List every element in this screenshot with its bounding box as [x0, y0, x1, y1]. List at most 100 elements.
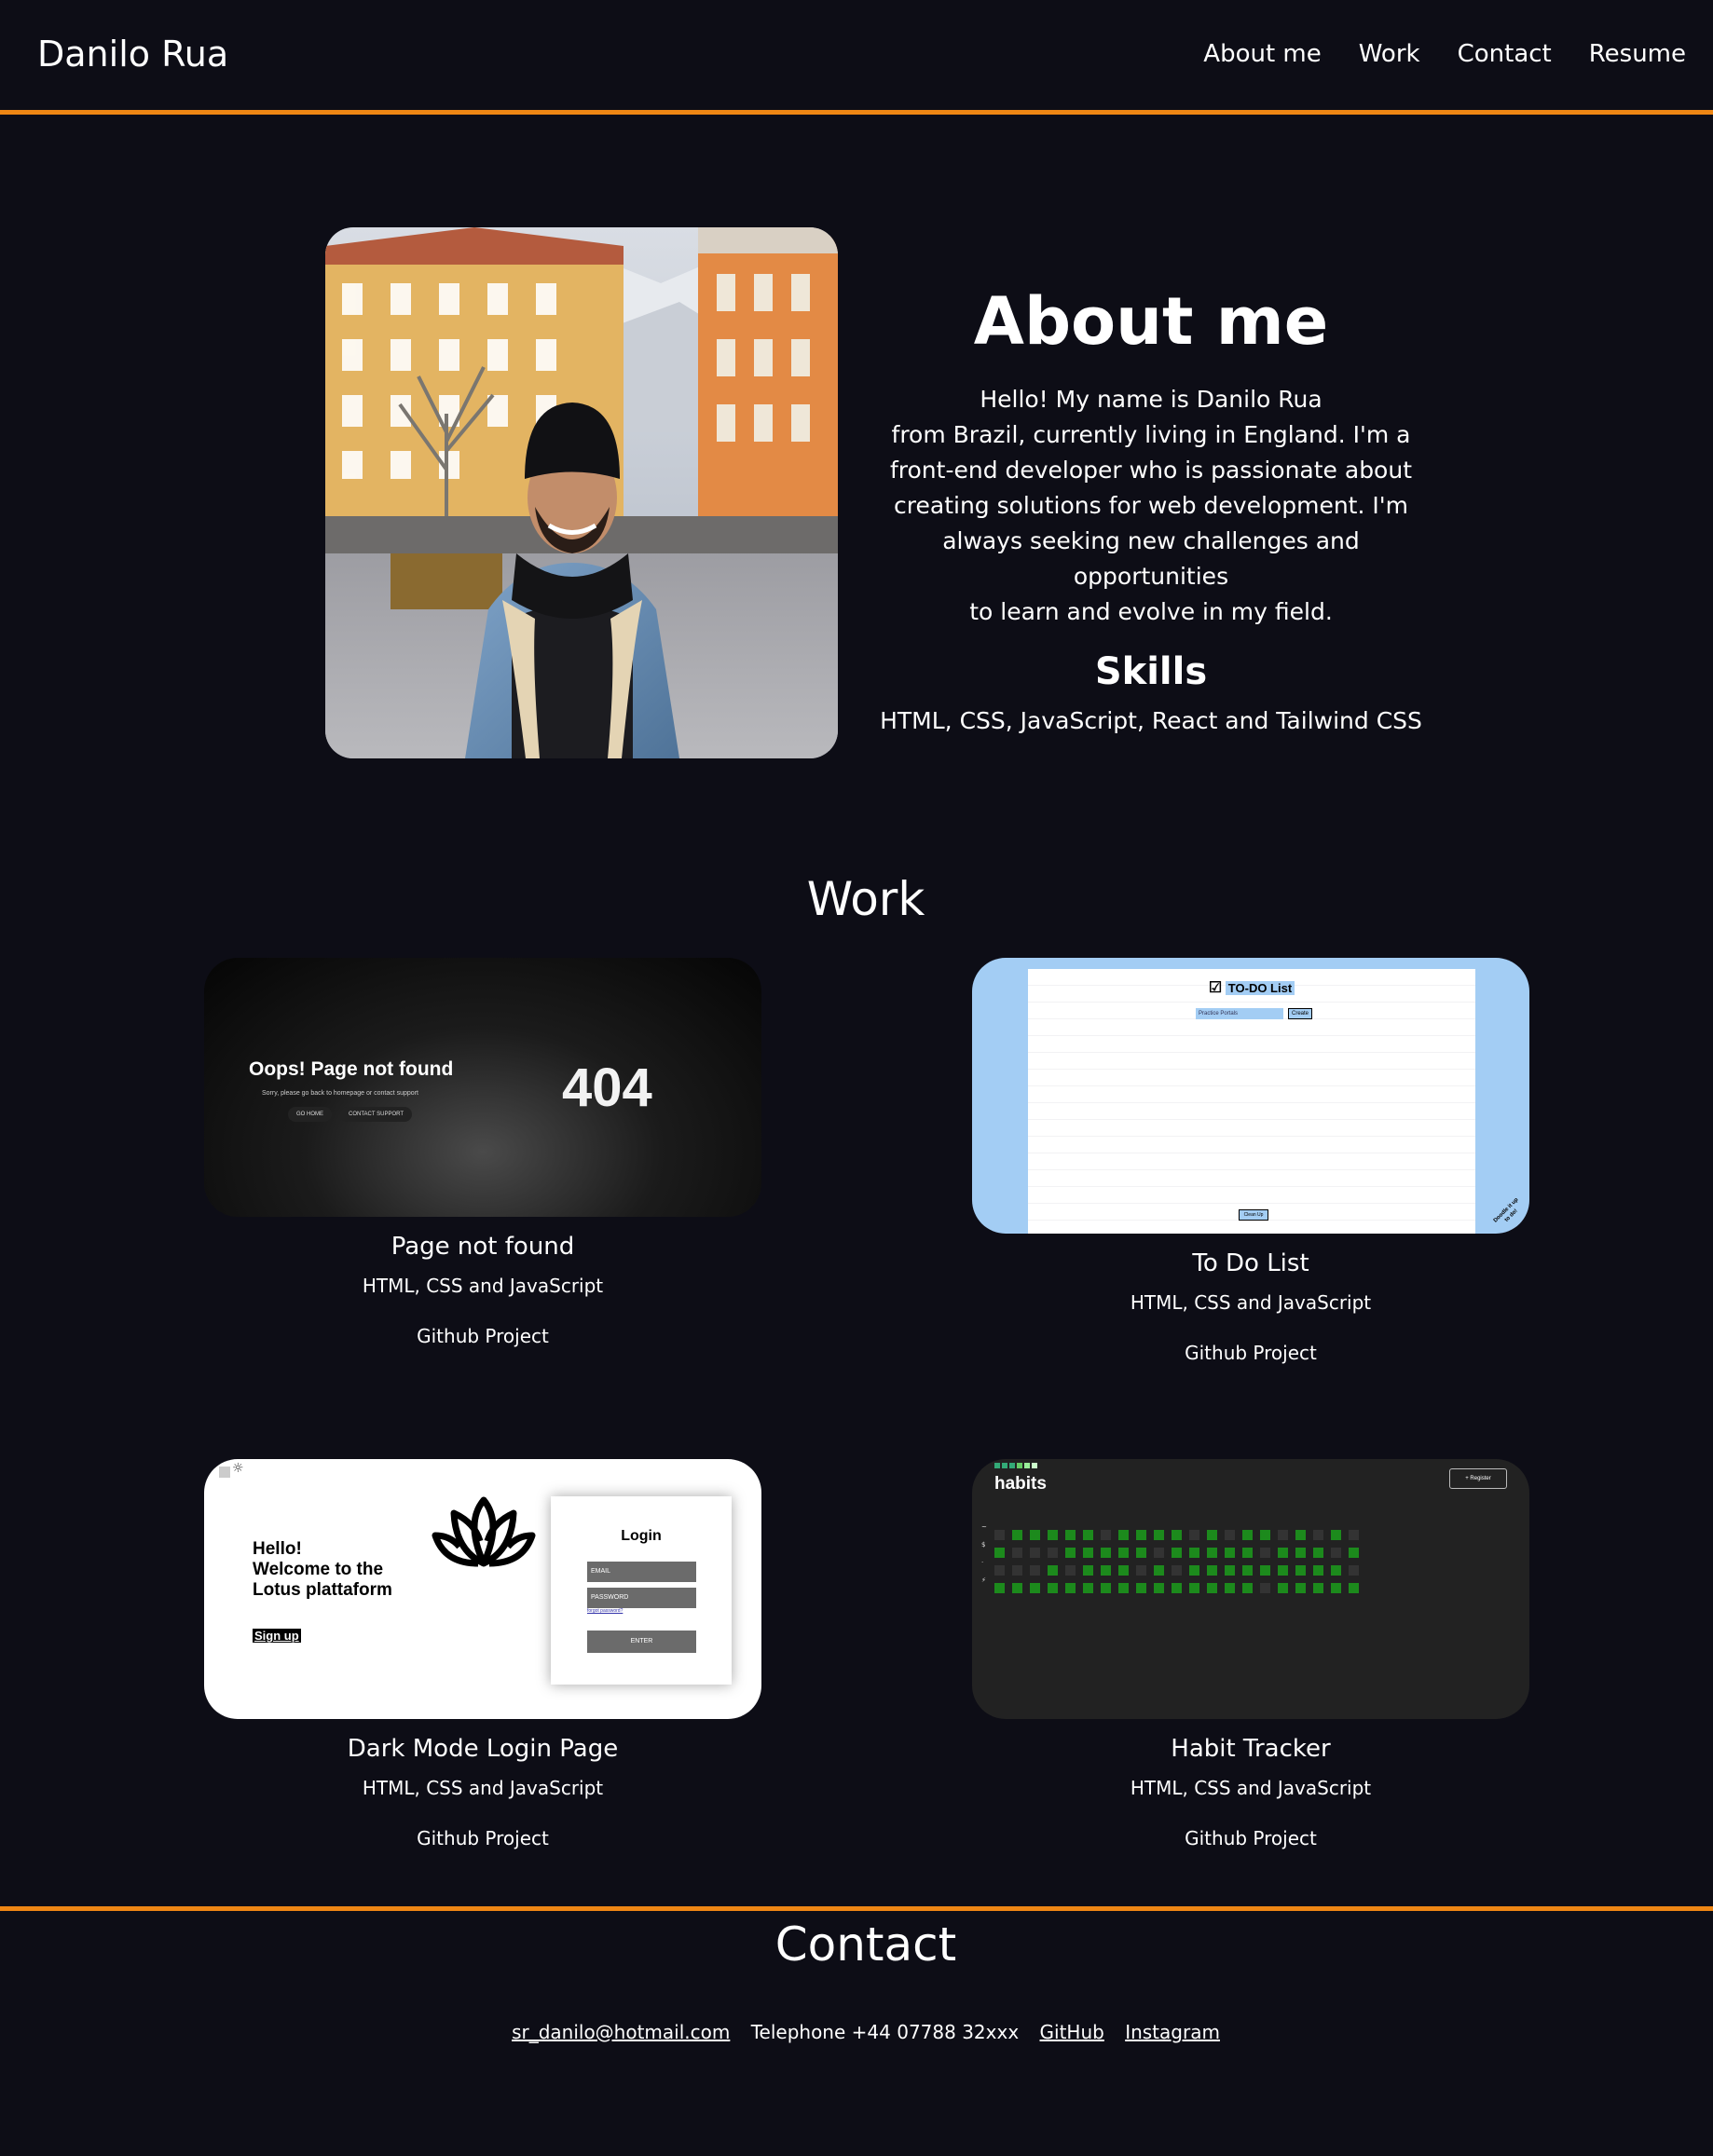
skills-list: HTML, CSS, JavaScript, React and Tailwin…: [880, 707, 1422, 734]
habit-cell: [1225, 1548, 1235, 1558]
nav-work[interactable]: Work: [1359, 37, 1420, 71]
contact-divider: [0, 1906, 1713, 1911]
habit-cell: [1295, 1530, 1306, 1540]
brand-name[interactable]: Danilo Rua: [37, 30, 228, 78]
thumb-todo-add-button: Create: [1288, 1008, 1312, 1019]
habit-cell: [1313, 1548, 1323, 1558]
project-card: ☼ Hello! Welcome to the Lotus plattaform…: [204, 1459, 761, 1851]
habit-cell: [1012, 1583, 1022, 1593]
habit-cell: [1295, 1565, 1306, 1576]
github-project-link[interactable]: Github Project: [417, 1825, 549, 1851]
habit-cell: [1154, 1583, 1164, 1593]
habit-cell: [1030, 1530, 1040, 1540]
telephone-text: Telephone +44 07788 32xxx: [750, 2021, 1020, 2043]
thumb-login-box: Login EMAIL PASSWORD forgot password? EN…: [551, 1496, 732, 1685]
about-line: Hello! My name is Danilo Rua: [980, 386, 1322, 413]
github-project-link[interactable]: Github Project: [1185, 1340, 1317, 1366]
habit-cell: [1136, 1530, 1146, 1540]
skills-title: Skills: [1094, 650, 1208, 693]
contact-details: sr_danilo@hotmail.com Telephone +44 0778…: [0, 2018, 1713, 2046]
thumb-contact-support-button: CONTACT SUPPORT: [340, 1107, 413, 1122]
habit-cell: [1136, 1548, 1146, 1558]
project-thumbnail-to-do-list[interactable]: ☑ TO-DO List Practice Portals Create Cle…: [972, 958, 1529, 1234]
habit-cell: [1083, 1565, 1093, 1576]
habit-cell: [1136, 1565, 1146, 1576]
github-project-link[interactable]: Github Project: [1185, 1825, 1317, 1851]
habit-cell: [1189, 1565, 1199, 1576]
habit-cell: [1065, 1548, 1076, 1558]
habit-cell: [1278, 1530, 1288, 1540]
sun-icon: ☼: [232, 1461, 244, 1476]
habit-cell: [1083, 1530, 1093, 1540]
habit-cell: [1012, 1548, 1022, 1558]
instagram-link[interactable]: Instagram: [1125, 2021, 1220, 2043]
habit-cell: [1313, 1565, 1323, 1576]
about-bio: Hello! My name is Danilo Rua from Brazil…: [867, 382, 1435, 630]
habit-cell: [1101, 1530, 1111, 1540]
thumb-paper: ☑ TO-DO List Practice Portals Create Cle…: [1028, 969, 1475, 1234]
project-title: Dark Mode Login Page: [347, 1735, 619, 1763]
project-card: ☑ TO-DO List Practice Portals Create Cle…: [972, 958, 1529, 1366]
about-line: to learn and evolve in my field.: [969, 598, 1333, 625]
habit-cell: [1260, 1565, 1270, 1576]
habit-cell: [1065, 1530, 1076, 1540]
habit-cell: [1172, 1530, 1182, 1540]
habit-cell: [1083, 1583, 1093, 1593]
habit-cell: [1242, 1565, 1253, 1576]
github-project-link[interactable]: Github Project: [417, 1323, 549, 1349]
project-thumbnail-page-not-found[interactable]: Oops! Page not found Sorry, please go ba…: [204, 958, 761, 1217]
habit-cell: [1242, 1548, 1253, 1558]
habit-cell: [1278, 1565, 1288, 1576]
thumb-greeting-line: Welcome to the: [253, 1560, 384, 1579]
contact-title: Contact: [774, 1917, 957, 1972]
project-thumbnail-habit-tracker[interactable]: habits + Register ~ $ · ⚡: [972, 1459, 1529, 1719]
habit-cell: [1260, 1530, 1270, 1540]
habit-cell: [1101, 1583, 1111, 1593]
thumb-todo-title: TO-DO List: [1225, 981, 1295, 995]
nav-resume[interactable]: Resume: [1589, 37, 1686, 71]
project-tech: HTML, CSS and JavaScript: [1130, 1777, 1372, 1799]
habit-cell: [1225, 1530, 1235, 1540]
thumb-todo-clear-button: Clean Up: [1239, 1209, 1268, 1221]
nav-about[interactable]: About me: [1203, 37, 1321, 71]
habit-cell: [1048, 1565, 1058, 1576]
project-title: Page not found: [391, 1233, 575, 1261]
habit-cell: [1118, 1548, 1129, 1558]
project-card: Oops! Page not found Sorry, please go ba…: [204, 958, 761, 1349]
about-line: always seeking new challenges and opport…: [942, 527, 1360, 590]
thumb-greeting: Hello! Welcome to the Lotus plattaform: [253, 1539, 392, 1601]
habit-cell: [1048, 1583, 1058, 1593]
habit-cell: [1101, 1548, 1111, 1558]
habit-cell: [994, 1565, 1005, 1576]
habit-row-icon: ⚡: [981, 1576, 986, 1584]
habit-cell: [1207, 1548, 1217, 1558]
habit-cell: [1030, 1565, 1040, 1576]
habit-cell: [1225, 1565, 1235, 1576]
about-line: from Brazil, currently living in England…: [891, 421, 1411, 448]
thumb-habit-logo: [994, 1463, 1037, 1468]
habit-cell: [1154, 1548, 1164, 1558]
profile-photo: [325, 227, 838, 758]
email-link[interactable]: sr_danilo@hotmail.com: [512, 2021, 730, 2043]
habit-cell: [1331, 1548, 1341, 1558]
habit-cell: [1242, 1530, 1253, 1540]
project-title: To Do List: [1192, 1249, 1309, 1277]
habit-cell: [1118, 1583, 1129, 1593]
habit-cell: [1189, 1548, 1199, 1558]
github-link[interactable]: GitHub: [1040, 2021, 1104, 2043]
thumb-greeting-line: Hello!: [253, 1539, 302, 1559]
habit-cell: [1030, 1548, 1040, 1558]
habit-cell: [1295, 1583, 1306, 1593]
thumb-login-title: Login: [621, 1528, 662, 1544]
nav-contact[interactable]: Contact: [1458, 37, 1552, 71]
lotus-icon: [432, 1496, 536, 1567]
habit-cell: [1012, 1565, 1022, 1576]
thumb-go-home-button: GO HOME: [288, 1107, 333, 1122]
work-title: Work: [806, 872, 925, 926]
habit-cell: [1242, 1583, 1253, 1593]
habit-cell: [1278, 1583, 1288, 1593]
project-thumbnail-dark-mode-login[interactable]: ☼ Hello! Welcome to the Lotus plattaform…: [204, 1459, 761, 1719]
thumb-email-field: EMAIL: [587, 1562, 696, 1582]
habit-cell: [1349, 1565, 1359, 1576]
profile-photo-illustration: [325, 227, 838, 758]
